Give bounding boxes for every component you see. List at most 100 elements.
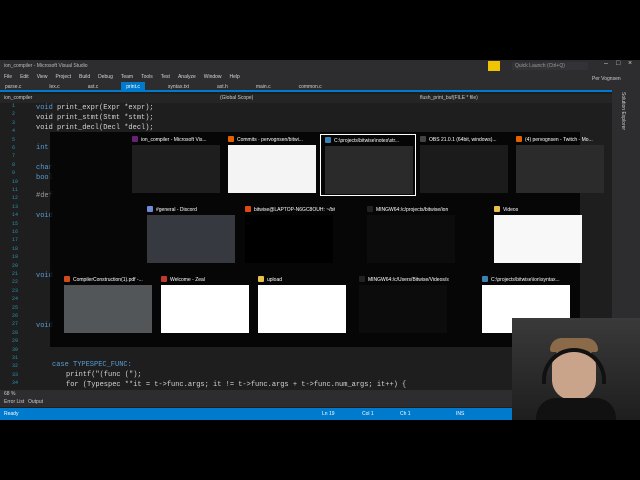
line-number: 10 [12,178,19,185]
document-tabs: parse.c lex.c ast.c print.c syntax.txt ast.h m… [0,82,640,92]
line-number: 29 [12,338,19,345]
tab-ast-c[interactable]: ast.c [83,82,104,92]
task-switcher-window[interactable]: bitwise@LAPTOP-N6GC8OUH: ~/bitwise/... [241,204,337,266]
line-number: 9 [12,170,16,177]
window-title: C:\projects\bitwise\ion\syntax... [491,277,560,283]
task-switcher-window[interactable]: (4) pervognsen - Twitch - Mo... [512,134,608,196]
line-number: 22 [12,279,19,286]
menu-item-debug[interactable]: Debug [98,72,113,82]
task-switcher-window[interactable]: upload [254,274,350,336]
code-line: case TYPESPEC_FUNC: [52,361,132,369]
line-number: 6 [12,145,16,151]
firefox-icon [228,136,234,142]
task-switcher-window[interactable]: Videos [490,204,586,266]
task-switcher-window[interactable]: #general - Discord [143,204,239,266]
task-switcher-window[interactable]: OBS 21.0.1 (64bit, windows)... [416,134,512,196]
line-number: 34 [12,380,19,387]
error-list-tab[interactable]: Error List [4,399,24,405]
menu-item-help[interactable]: Help [230,72,240,82]
window-title: Videos [503,207,519,213]
scope-dropdown[interactable]: (Global Scope) [220,95,253,101]
menu-item-view[interactable]: View [37,72,48,82]
task-switcher-window[interactable]: CompilerConstruction(1).pdf -... [60,274,156,336]
quick-launch-input[interactable]: Quick Launch (Ctrl+Q) [512,62,588,70]
output-tab[interactable]: Output [28,399,43,405]
window-caption: Videos [494,206,584,213]
window-caption: OBS 21.0.1 (64bit, windows)... [420,136,510,143]
line-number: 23 [12,287,19,294]
line-number: 33 [12,371,19,378]
window-caption: ion_compiler - Microsoft Vis... [132,136,222,143]
line-number: 2 [12,111,16,118]
tab-ast-h[interactable]: ast.h [212,82,233,92]
window-title: ion_compiler - Microsoft Vis... [141,137,207,143]
menu-item-tools[interactable]: Tools [141,72,153,82]
window-caption: upload [258,276,348,283]
window-title: #general - Discord [156,207,197,213]
menu-item-build[interactable]: Build [79,72,90,82]
window-title: MINGW64:/c/Users/Bitwise/Videos/streams [368,277,449,283]
zoom-level[interactable]: 68 % [4,391,15,397]
member-dropdown[interactable]: flush_print_buf(FILE * file) [420,95,478,101]
window-preview [359,285,447,333]
firefox-icon [516,136,522,142]
task-switcher-window[interactable]: Welcome - Zeal [157,274,253,336]
line-number: 24 [12,296,19,303]
tab-parse-c[interactable]: parse.c [0,82,26,92]
menu-item-file[interactable]: File [4,72,12,82]
project-dropdown[interactable]: ion_compiler [4,95,32,101]
task-switcher-window[interactable]: Commits · pervognsen/bitwi... [224,134,320,196]
task-switcher-window[interactable]: ion_compiler - Microsoft Vis... [128,134,224,196]
window-preview [245,215,333,263]
tab-syntax-txt[interactable]: syntax.txt [163,82,194,92]
window-preview [132,145,220,193]
line-number: 7 [12,153,16,160]
title-bar: ion_compiler - Microsoft Visual Studio Q… [0,60,640,72]
notepad-icon [482,276,488,282]
menu-item-analyze[interactable]: Analyze [178,72,196,82]
window-preview [420,145,508,193]
minimize-button[interactable]: – [604,60,608,67]
menu-item-window[interactable]: Window [204,72,222,82]
line-number: 26 [12,313,19,319]
task-switcher-window[interactable]: MINGW64:/c/projects/bitwise/ion [363,204,459,266]
code-line: int [36,144,49,152]
status-insert-mode: INS [456,411,465,417]
window-title: MINGW64:/c/projects/bitwise/ion [376,207,449,213]
window-title: ion_compiler - Microsoft Visual Studio [4,63,88,69]
status-column: Col 1 [362,411,374,417]
webcam-overlay [512,318,640,420]
window-title: OBS 21.0.1 (64bit, windows)... [429,137,497,143]
line-number: 21 [12,271,19,277]
task-switcher-window[interactable]: C:\projects\bitwise\notes\str... [320,134,416,196]
window-title: (4) pervognsen - Twitch - Mo... [525,137,593,143]
line-number: 32 [12,363,19,370]
zeal-icon [161,276,167,282]
code-line: void print_expr(Expr *expr); [36,104,154,112]
line-number: 8 [12,161,16,168]
menu-item-team[interactable]: Team [121,72,133,82]
tab-lex-c[interactable]: lex.c [44,82,64,92]
solution-explorer-tab[interactable]: Solution Explorer [620,92,626,130]
close-button[interactable]: × [628,60,632,67]
tab-main-c[interactable]: main.c [251,82,276,92]
window-title: bitwise@LAPTOP-N6GC8OUH: ~/bitwise/... [254,207,335,213]
line-number: 14 [12,212,19,219]
task-switcher: ion_compiler - Microsoft Vis... Commits ·… [50,132,604,347]
status-line: Ln 19 [322,411,335,417]
maximize-button[interactable]: □ [616,60,620,67]
task-switcher-window[interactable]: MINGW64:/c/Users/Bitwise/Videos/streams [355,274,451,336]
menu-item-edit[interactable]: Edit [20,72,29,82]
tab-print-c[interactable]: print.c [121,82,145,92]
line-number: 3 [12,119,16,126]
window-preview [64,285,152,333]
menu-item-test[interactable]: Test [161,72,170,82]
filter-icon[interactable] [488,61,500,71]
menu-item-project[interactable]: Project [55,72,71,82]
window-preview [147,215,235,263]
line-number: 5 [12,136,16,143]
window-title: C:\projects\bitwise\notes\str... [334,138,400,144]
tab-common-c[interactable]: common.c [294,82,327,92]
window-caption: bitwise@LAPTOP-N6GC8OUH: ~/bitwise/... [245,206,335,213]
line-number: 30 [12,346,19,353]
